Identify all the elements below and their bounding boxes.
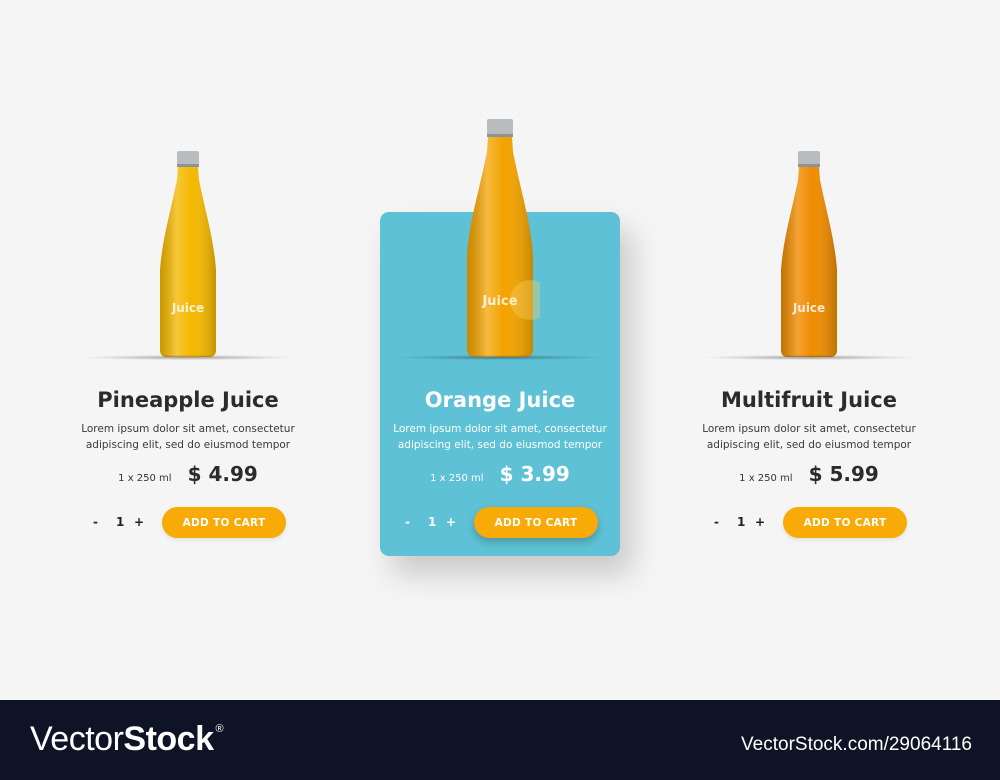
decrease-quantity-button[interactable]: - — [714, 515, 719, 529]
cart-row: - 1 + ADD TO CART — [684, 507, 934, 538]
product-card-pineapple: Juice Pineapple Juice Lorem ipsum dolor … — [63, 0, 313, 700]
add-to-cart-button[interactable]: ADD TO CART — [783, 507, 907, 538]
decrease-quantity-button[interactable]: - — [405, 515, 410, 529]
product-description: Lorem ipsum dolor sit amet, consectetur … — [385, 421, 615, 453]
cart-row: - 1 + ADD TO CART — [63, 507, 313, 538]
bottle-label: Juice — [792, 301, 825, 315]
product-title: Orange Juice — [424, 388, 576, 412]
description-line: Lorem ipsum dolor sit amet, consectetur — [81, 423, 295, 435]
cart-row: - 1 + ADD TO CART — [375, 507, 625, 538]
bottle-image: Juice — [460, 118, 540, 360]
logo-text: Vector — [30, 720, 124, 758]
volume-label: 1 x 250 ml — [430, 473, 484, 484]
description-line: adipiscing elit, sed do eiusmod tempor — [85, 439, 291, 451]
vectorstock-logo[interactable]: VectorStock ® — [30, 720, 224, 759]
price-row: 1 x 250 ml $ 5.99 — [684, 462, 934, 486]
price-label: $ 5.99 — [808, 462, 879, 486]
product-description: Lorem ipsum dolor sit amet, consectetur … — [73, 421, 303, 453]
increase-quantity-button[interactable]: + — [134, 515, 144, 529]
product-card-orange: Juice Orange Juice Lorem ipsum dolor sit… — [375, 0, 625, 700]
description-line: Lorem ipsum dolor sit amet, consectetur — [393, 423, 607, 435]
add-to-cart-button[interactable]: ADD TO CART — [474, 507, 598, 538]
bottle-label: Juice — [481, 294, 517, 309]
volume-label: 1 x 250 ml — [739, 473, 793, 484]
bottle-image: Juice — [153, 150, 223, 360]
footer-bar: VectorStock ® VectorStock.com/29064116 — [0, 700, 1000, 780]
increase-quantity-button[interactable]: + — [755, 515, 765, 529]
description-line: adipiscing elit, sed do eiusmod tempor — [397, 439, 603, 451]
quantity-value: 1 — [737, 515, 746, 529]
price-label: $ 3.99 — [499, 462, 570, 486]
registered-mark: ® — [215, 723, 224, 735]
quantity-value: 1 — [116, 515, 125, 529]
product-showcase: Juice Pineapple Juice Lorem ipsum dolor … — [0, 0, 1000, 700]
bottle-label: Juice — [171, 301, 204, 315]
bottle-shadow — [395, 355, 605, 360]
bottle-shadow — [704, 355, 914, 360]
price-row: 1 x 250 ml $ 4.99 — [63, 462, 313, 486]
volume-label: 1 x 250 ml — [118, 473, 172, 484]
add-to-cart-button[interactable]: ADD TO CART — [162, 507, 286, 538]
increase-quantity-button[interactable]: + — [446, 515, 456, 529]
bottle-shadow — [83, 355, 293, 360]
product-description: Lorem ipsum dolor sit amet, consectetur … — [694, 421, 924, 453]
product-card-multifruit: Juice Multifruit Juice Lorem ipsum dolor… — [684, 0, 934, 700]
logo-text-bold: Stock — [123, 720, 214, 758]
product-title: Pineapple Juice — [97, 388, 279, 412]
image-id-label: VectorStock.com/29064116 — [741, 734, 972, 755]
decrease-quantity-button[interactable]: - — [93, 515, 98, 529]
description-line: Lorem ipsum dolor sit amet, consectetur — [702, 423, 916, 435]
quantity-value: 1 — [428, 515, 437, 529]
price-label: $ 4.99 — [187, 462, 258, 486]
description-line: adipiscing elit, sed do eiusmod tempor — [706, 439, 912, 451]
product-title: Multifruit Juice — [721, 388, 897, 412]
price-row: 1 x 250 ml $ 3.99 — [375, 462, 625, 486]
bottle-image: Juice — [774, 150, 844, 360]
